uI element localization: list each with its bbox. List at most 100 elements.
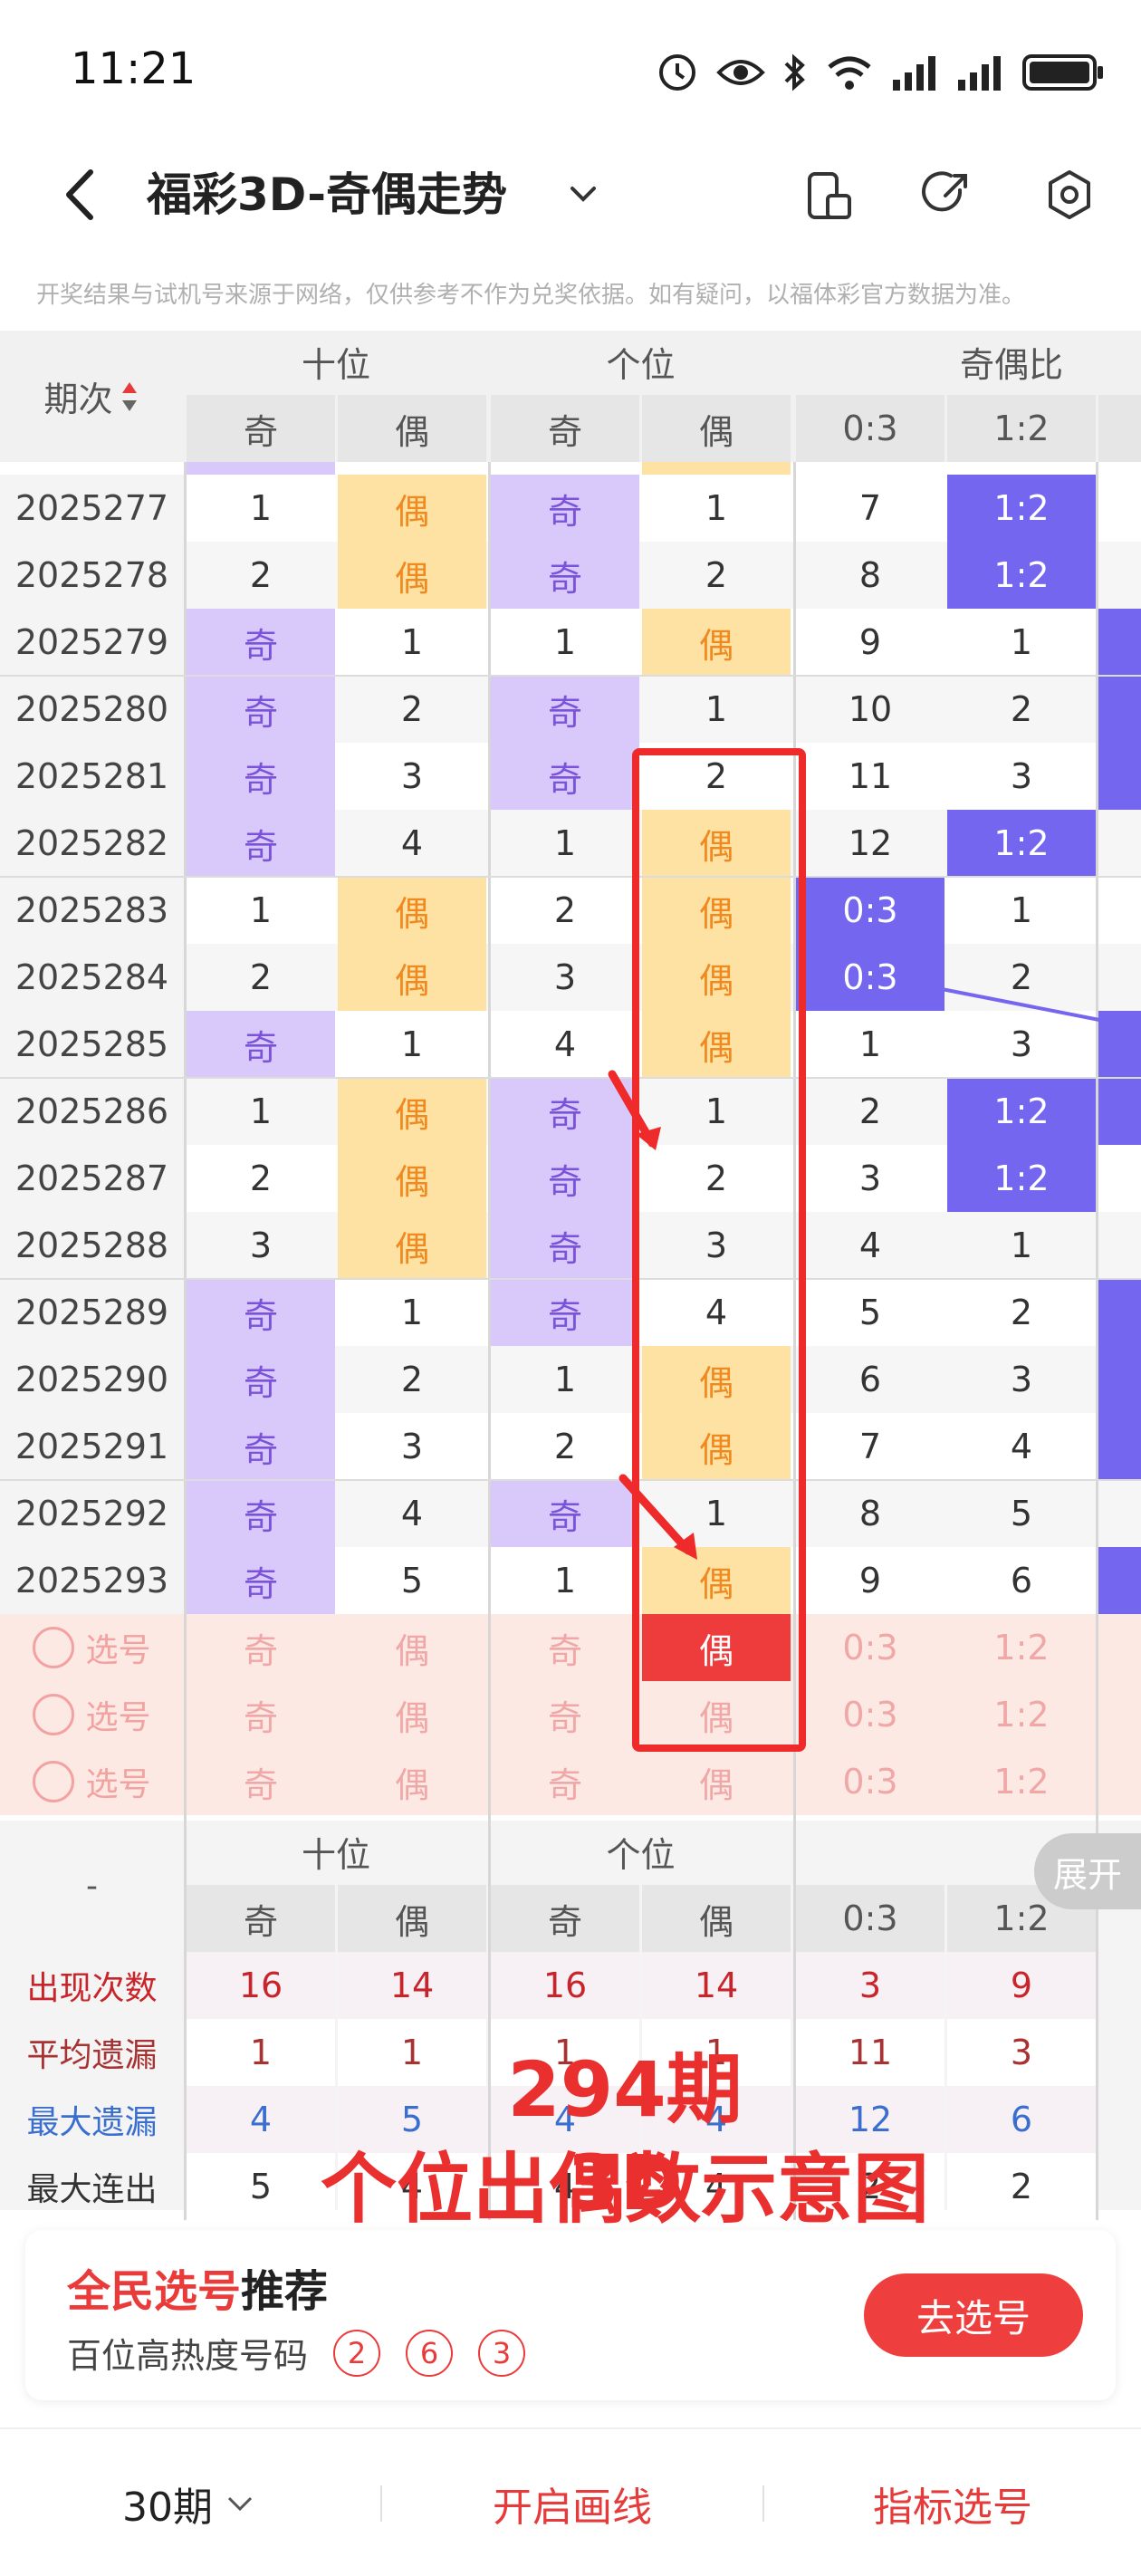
table-cell-extra <box>1098 1279 1141 1346</box>
settings-icon[interactable] <box>1038 163 1101 226</box>
select-option[interactable]: 奇 <box>491 1681 639 1748</box>
table-cell: 5 <box>1010 1494 1033 1533</box>
select-option[interactable]: 偶 <box>642 1614 791 1681</box>
eye-icon <box>716 60 765 85</box>
draw-line-button[interactable]: 开启画线 <box>382 2429 762 2576</box>
orientation-icon[interactable] <box>797 163 860 226</box>
select-row[interactable]: 选号奇偶奇偶 0:3 1:2 <box>0 1748 1141 1815</box>
back-arrow-icon[interactable] <box>54 163 109 226</box>
table-cell: 4 <box>400 823 424 863</box>
table-row: 2025293 奇 5 1 偶 9 6 <box>0 1547 1141 1614</box>
select-option[interactable]: 奇 <box>187 1681 335 1748</box>
table-cell: 偶 <box>642 1346 791 1413</box>
select-cell[interactable]: 选号 <box>0 1614 184 1681</box>
table-cell <box>187 462 335 475</box>
select-option[interactable]: 1:2 <box>947 1681 1096 1748</box>
select-option[interactable]: 偶 <box>642 1748 791 1815</box>
select-radio-icon[interactable] <box>33 1627 75 1668</box>
select-option[interactable]: 1:2 <box>947 1614 1096 1681</box>
table-cell: 偶 <box>642 944 791 1011</box>
table-cell: 2 <box>553 890 577 930</box>
stats-value: 14 <box>338 1952 486 2019</box>
table-cell: 1 <box>249 488 273 528</box>
sub-header-ratio-03: 0:3 <box>796 395 944 462</box>
chevron-down-icon[interactable] <box>563 174 603 214</box>
select-cell[interactable]: 选号 <box>0 1681 184 1748</box>
select-radio-icon[interactable] <box>33 1761 75 1802</box>
table-cell: 1:2 <box>947 810 1096 877</box>
table-cell: 偶 <box>642 877 791 944</box>
period-cell: 2025288 <box>0 1212 184 1279</box>
table-cell: 奇 <box>187 1279 335 1346</box>
select-option[interactable]: 偶 <box>338 1614 486 1681</box>
select-option[interactable]: 1:2 <box>947 1748 1096 1815</box>
card-title-suffix: 推荐 <box>241 2266 329 2317</box>
select-label: 选号 <box>85 1766 151 1803</box>
table-cell: 偶 <box>642 1011 791 1078</box>
period-header[interactable]: 期次 <box>0 331 184 462</box>
table-cell: 3 <box>553 957 577 997</box>
table-cell-extra <box>1098 609 1141 676</box>
select-label: 选号 <box>85 1699 151 1736</box>
select-option[interactable]: 奇 <box>187 1748 335 1815</box>
page-title[interactable]: 福彩3D-奇偶走势 <box>147 163 507 226</box>
card-title-highlight: 全民选号 <box>67 2266 242 2317</box>
table-cell: 1 <box>705 488 728 528</box>
table-cell: 3 <box>400 756 424 796</box>
select-option[interactable]: 偶 <box>338 1681 486 1748</box>
overlay-line-2: 个位出偶数示意图 <box>320 2145 929 2234</box>
select-option[interactable]: 奇 <box>491 1748 639 1815</box>
table-cell: 7 <box>858 488 882 528</box>
select-option[interactable]: 偶 <box>338 1748 486 1815</box>
table-row: 2025280 奇 2 奇 1 10 2 <box>0 676 1141 743</box>
select-option[interactable]: 0:3 <box>796 1681 944 1748</box>
table-row: 2025288 3 偶奇 3 4 1 <box>0 1212 1141 1279</box>
period-cell: 2025292 <box>0 1480 184 1547</box>
select-option[interactable]: 0:3 <box>796 1748 944 1815</box>
table-cell: 4 <box>1010 1427 1033 1466</box>
group-ratio-header: 奇偶比 <box>960 344 1064 385</box>
table-cell: 3 <box>1010 1360 1033 1399</box>
table-cell-extra <box>1098 1078 1141 1145</box>
table-cell: 2 <box>553 1427 577 1466</box>
signal-icon <box>893 56 935 91</box>
select-option[interactable]: 偶 <box>642 1681 791 1748</box>
table-cell: 奇 <box>491 676 639 743</box>
select-cell[interactable]: 选号 <box>0 1748 184 1815</box>
table-cell: 奇 <box>187 1547 335 1614</box>
table-cell: 2 <box>1010 957 1033 997</box>
trend-table-body: 2025277 1 偶奇 1 7 1:2 2025278 2 偶奇 2 8 1:2 2025279 奇 1 1… <box>0 462 1141 1821</box>
table-cell: 1 <box>400 1293 424 1332</box>
indicator-select-button[interactable]: 指标选号 <box>764 2429 1141 2576</box>
table-cell: 2 <box>1010 1293 1033 1332</box>
table-cell: 奇 <box>187 743 335 810</box>
table-cell: 2 <box>249 957 273 997</box>
stats-column-divider <box>184 1821 187 2220</box>
go-select-button[interactable]: 去选号 <box>864 2273 1083 2357</box>
row-divider <box>0 1278 1141 1280</box>
period-count-selector[interactable]: 30期 <box>0 2429 380 2576</box>
select-radio-icon[interactable] <box>33 1694 75 1735</box>
table-cell: 9 <box>858 1561 882 1600</box>
table-row: 2025277 1 偶奇 1 7 1:2 <box>0 475 1141 542</box>
table-cell <box>642 462 791 475</box>
select-option[interactable]: 奇 <box>491 1614 639 1681</box>
stats-row-label: 出现次数 <box>26 1970 158 2007</box>
share-icon[interactable] <box>915 163 978 226</box>
table-cell: 1 <box>1010 622 1033 662</box>
select-option[interactable]: 奇 <box>187 1614 335 1681</box>
table-cell: 4 <box>705 1293 728 1332</box>
select-row[interactable]: 选号奇偶奇偶 0:3 1:2 <box>0 1681 1141 1748</box>
table-row: 2025291 奇 3 2 偶 7 4 <box>0 1413 1141 1480</box>
expand-button[interactable]: 展开 <box>1034 1833 1141 1909</box>
table-cell <box>947 462 1096 475</box>
select-row[interactable]: 选号奇偶奇偶 0:3 1:2 <box>0 1614 1141 1681</box>
select-option[interactable]: 0:3 <box>796 1614 944 1681</box>
stats-sub-header: 奇 <box>491 1885 639 1952</box>
table-cell: 3 <box>400 1427 424 1466</box>
stats-value: 9 <box>947 1952 1096 2019</box>
table-cell: 1 <box>249 1091 273 1131</box>
sort-icon[interactable] <box>119 379 140 415</box>
table-cell: 1:2 <box>947 1145 1096 1212</box>
table-cell-extra <box>1098 810 1141 877</box>
